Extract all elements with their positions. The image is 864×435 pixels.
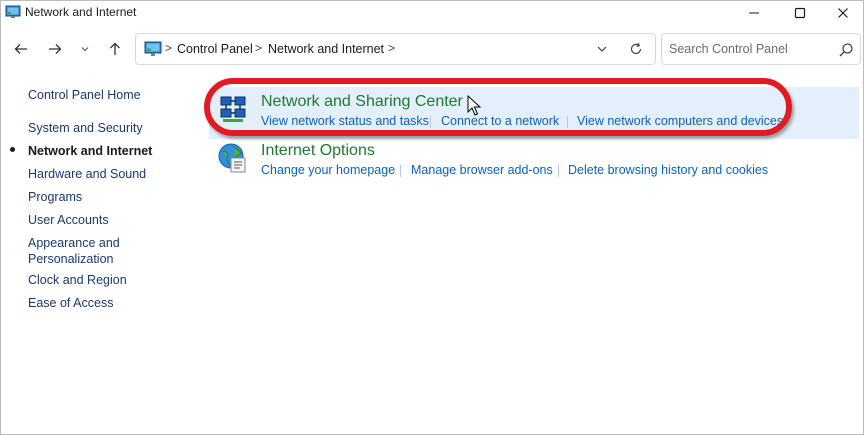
view-network-computers-link[interactable]: View network computers and devices: [577, 114, 783, 128]
internet-options-icon[interactable]: [217, 142, 249, 174]
forward-button[interactable]: [44, 38, 66, 60]
search-box[interactable]: [661, 33, 861, 65]
window-title: Network and Internet: [25, 5, 137, 19]
change-homepage-link[interactable]: Change your homepage: [261, 163, 395, 177]
minimize-icon: [749, 12, 759, 14]
task-separator: [430, 116, 431, 128]
breadcrumb-network-and-internet[interactable]: Network and Internet: [268, 42, 384, 56]
connect-to-network-link[interactable]: Connect to a network: [441, 114, 559, 128]
minimize-button[interactable]: [731, 1, 777, 25]
refresh-button[interactable]: [626, 40, 646, 58]
back-arrow-icon: [14, 44, 27, 54]
sidebar-item-ease-of-access[interactable]: Ease of Access: [28, 295, 113, 311]
manage-browser-addons-link[interactable]: Manage browser add-ons: [411, 163, 553, 177]
sidebar-item-hardware-and-sound[interactable]: Hardware and Sound: [28, 166, 146, 182]
up-button[interactable]: [104, 38, 126, 60]
breadcrumb-separator[interactable]: >: [255, 41, 262, 55]
control-panel-icon: [144, 41, 162, 56]
delete-browsing-history-link[interactable]: Delete browsing history and cookies: [568, 163, 768, 177]
refresh-icon: [630, 42, 642, 55]
network-and-sharing-center-link[interactable]: Network and Sharing Center: [261, 93, 463, 111]
sidebar-item-system-and-security[interactable]: System and Security: [28, 120, 143, 136]
breadcrumb-separator[interactable]: >: [388, 41, 395, 55]
task-separator: [400, 165, 401, 177]
control-panel-window: Network and Internet > Control Panel > N…: [0, 0, 864, 435]
chevron-down-icon: [81, 47, 89, 52]
network-sharing-icon[interactable]: [217, 94, 249, 126]
up-arrow-icon: [110, 42, 120, 55]
close-icon: [838, 8, 848, 18]
task-separator: [567, 116, 568, 128]
back-button[interactable]: [10, 38, 32, 60]
task-separator: [558, 165, 559, 177]
internet-options-link[interactable]: Internet Options: [261, 142, 375, 160]
chevron-down-icon: [597, 46, 607, 52]
mouse-cursor-icon: [467, 95, 481, 116]
forward-arrow-icon: [49, 44, 62, 54]
address-dropdown-button[interactable]: [592, 40, 612, 58]
control-panel-home-link[interactable]: Control Panel Home: [28, 87, 141, 103]
title-bar: Network and Internet: [1, 1, 863, 25]
address-bar[interactable]: > Control Panel > Network and Internet >: [135, 33, 656, 65]
current-item-indicator: [10, 147, 15, 152]
close-button[interactable]: [823, 1, 863, 25]
breadcrumb-control-panel[interactable]: Control Panel: [177, 42, 253, 56]
sidebar-item-user-accounts[interactable]: User Accounts: [28, 212, 109, 228]
control-panel-icon: [5, 5, 21, 18]
search-input[interactable]: [663, 35, 833, 63]
maximize-icon: [794, 7, 806, 19]
sidebar-item-programs[interactable]: Programs: [28, 189, 82, 205]
recent-locations-button[interactable]: [74, 38, 96, 60]
view-network-status-link[interactable]: View network status and tasks: [261, 114, 429, 128]
sidebar-item-appearance-and-personalization-line2[interactable]: Personalization: [28, 251, 113, 267]
sidebar-item-clock-and-region[interactable]: Clock and Region: [28, 272, 127, 288]
breadcrumb-separator: >: [165, 41, 173, 55]
search-icon[interactable]: [838, 42, 854, 58]
sidebar-item-network-and-internet[interactable]: Network and Internet: [28, 143, 152, 159]
sidebar-item-appearance-and-personalization[interactable]: Appearance and: [28, 235, 120, 251]
maximize-button[interactable]: [777, 1, 823, 25]
